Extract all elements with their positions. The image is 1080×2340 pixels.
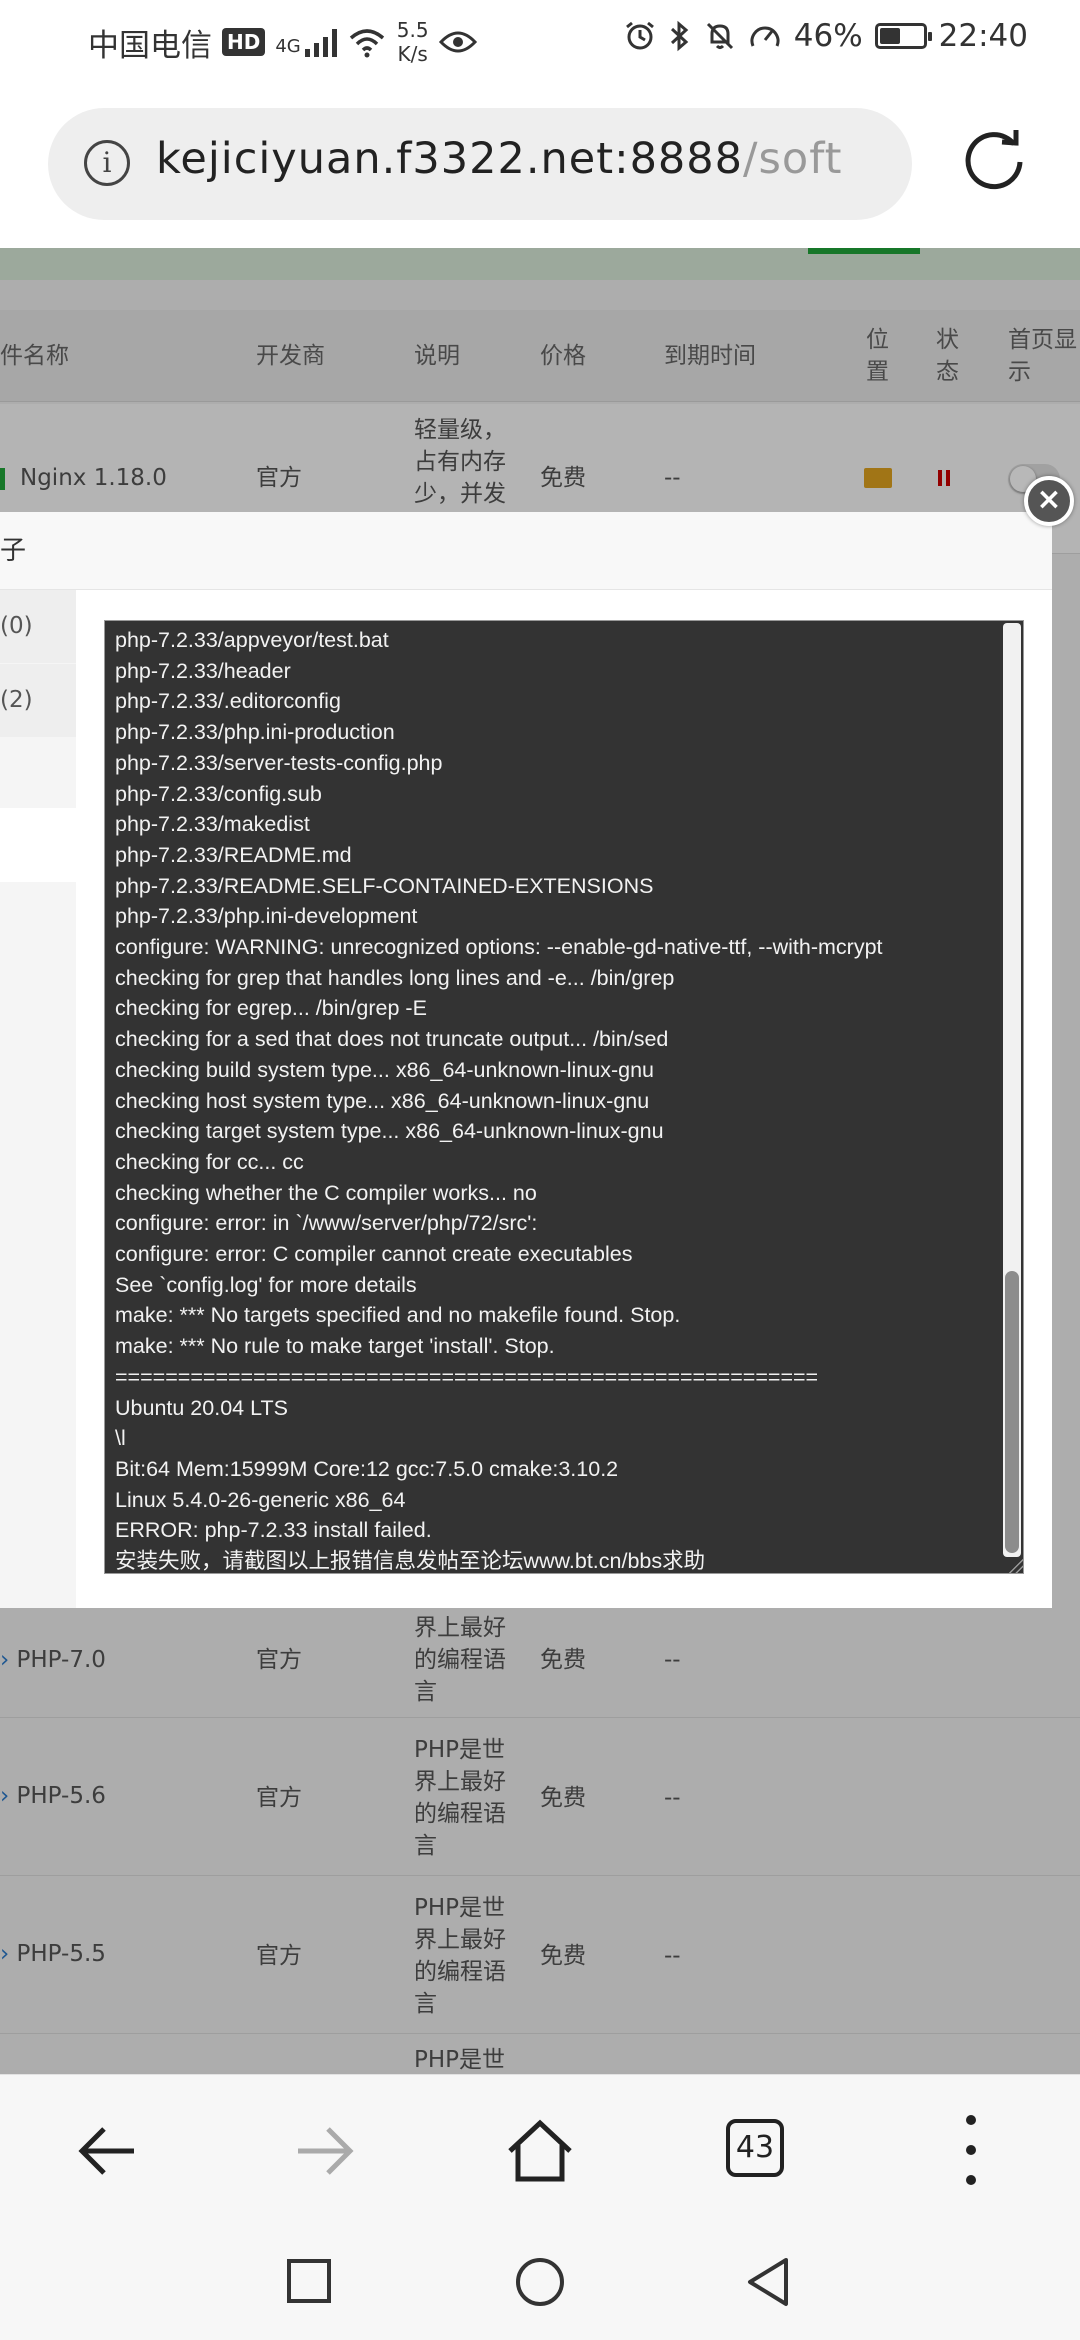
log-line: php-7.2.33/php.ini-production <box>115 720 395 745</box>
log-line: Linux 5.4.0-26-generic x86_64 <box>115 1487 406 1512</box>
close-icon[interactable]: × <box>1024 476 1074 526</box>
log-line: 安装失败，请截图以上报错信息发帖至论坛www.bt.cn/bbs求助 <box>115 1549 706 1574</box>
log-line: Ubuntu 20.04 LTS <box>115 1395 288 1420</box>
log-line: checking whether the C compiler works...… <box>115 1180 537 1205</box>
network-speed: 5.5 K/s <box>396 18 429 66</box>
log-line: checking for a sed that does not truncat… <box>115 1027 669 1052</box>
url-path: /soft <box>743 134 843 184</box>
carrier-name: 中国电信 <box>88 27 212 64</box>
log-line: checking build system type... x86_64-unk… <box>115 1057 654 1082</box>
battery-level <box>879 28 900 44</box>
resize-grip-icon[interactable] <box>1005 1555 1023 1573</box>
log-line: Bit:64 Mem:15999M Core:12 gcc:7.5.0 cmak… <box>115 1456 619 1481</box>
log-line: configure: WARNING: unrecognized options… <box>115 935 883 960</box>
log-line: php-7.2.33/makedist <box>115 812 310 837</box>
scrollbar-thumb[interactable] <box>1005 1271 1019 1553</box>
log-line: php-7.2.33/server-tests-config.php <box>115 750 443 775</box>
log-line: configure: error: C compiler cannot crea… <box>115 1242 633 1267</box>
back-arrow-icon[interactable] <box>72 2115 144 2187</box>
sidebar-spacer <box>0 808 76 882</box>
sidebar-item-log[interactable]: (2) <box>0 664 76 737</box>
log-line: make: *** No targets specified and no ma… <box>115 1303 681 1328</box>
recent-apps-icon[interactable] <box>286 2258 332 2304</box>
gauge-icon <box>750 26 780 47</box>
address-bar[interactable]: i kejiciyuan.f3322.net:8888/soft <box>48 108 912 220</box>
home-circle-icon[interactable] <box>514 2256 566 2308</box>
dialog-sidebar: (0) (2) <box>0 590 76 1608</box>
log-line: ERROR: php-7.2.33 install failed. <box>115 1518 432 1543</box>
sidebar-item-queue[interactable]: (0) <box>0 590 76 663</box>
install-log-terminal[interactable]: php-7.2.33/appveyor/test.bat php-7.2.33/h… <box>104 620 1024 1574</box>
log-line: php-7.2.33/appveyor/test.bat <box>115 628 389 652</box>
log-line: make: *** No rule to make target 'instal… <box>115 1334 555 1359</box>
log-line: checking for cc... cc <box>115 1149 304 1174</box>
url-host: kejiciyuan.f3322.net:8888 <box>156 134 744 184</box>
log-line: php-7.2.33/README.SELF-CONTAINED-EXTENSI… <box>115 873 654 898</box>
page-content: 件名称 开发商 说明 价格 到期时间 位置 状态 首页显示 Nginx 1.18… <box>0 248 1080 2074</box>
status-bar: 中国电信 HD 4G 5.5 K/s 46% 22:40 <box>0 0 1080 82</box>
alarm-icon <box>625 21 654 50</box>
wifi-icon <box>349 29 384 58</box>
log-line: checking for grep that handles long line… <box>115 965 675 990</box>
network-type: 4G <box>275 36 301 57</box>
info-icon[interactable]: i <box>84 140 130 186</box>
log-line: ========================================… <box>115 1364 819 1389</box>
reload-icon[interactable] <box>962 126 1028 192</box>
battery-percent: 46% <box>793 18 863 54</box>
bluetooth-icon <box>670 20 689 52</box>
signal-icon: 4G <box>275 27 337 57</box>
browser-toolbar: i kejiciyuan.f3322.net:8888/soft <box>0 82 1080 248</box>
log-line: \l <box>115 1426 126 1451</box>
log-line: checking for egrep... /bin/grep -E <box>115 996 427 1021</box>
log-line: php-7.2.33/php.ini-development <box>115 904 418 929</box>
more-menu-icon[interactable] <box>966 2115 978 2187</box>
system-nav-bar <box>0 2224 1080 2340</box>
back-triangle-icon[interactable] <box>744 2256 792 2308</box>
home-icon[interactable] <box>504 2115 576 2187</box>
battery-icon <box>874 23 932 49</box>
hd-badge: HD <box>222 28 266 56</box>
log-line: php-7.2.33/.editorconfig <box>115 689 341 714</box>
forward-arrow-icon[interactable] <box>288 2115 360 2187</box>
status-bar-left: 中国电信 HD 4G 5.5 K/s <box>88 18 477 66</box>
clock-time: 22:40 <box>938 18 1028 54</box>
log-line: configure: error: in `/www/server/php/72… <box>115 1211 538 1236</box>
url-text[interactable]: kejiciyuan.f3322.net:8888/soft <box>156 134 842 184</box>
log-line: checking host system type... x86_64-unkn… <box>115 1088 650 1113</box>
log-line: php-7.2.33/config.sub <box>115 781 322 806</box>
tab-count-button[interactable]: 43 <box>726 2119 784 2177</box>
dialog-title: 子 <box>0 512 1052 590</box>
log-line: php-7.2.33/header <box>115 658 291 683</box>
log-line: See `config.log' for more details <box>115 1272 417 1297</box>
log-line: php-7.2.33/README.md <box>115 842 352 867</box>
browser-bottom-nav: 43 <box>0 2074 1080 2224</box>
status-bar-right: 46% 22:40 <box>624 18 1028 54</box>
log-lines: php-7.2.33/appveyor/test.bat php-7.2.33/h… <box>115 625 995 1574</box>
log-line: checking target system type... x86_64-un… <box>115 1119 664 1144</box>
scrollbar-track[interactable] <box>1003 623 1021 1557</box>
mute-bell-icon <box>706 22 733 50</box>
eye-icon <box>438 31 477 53</box>
